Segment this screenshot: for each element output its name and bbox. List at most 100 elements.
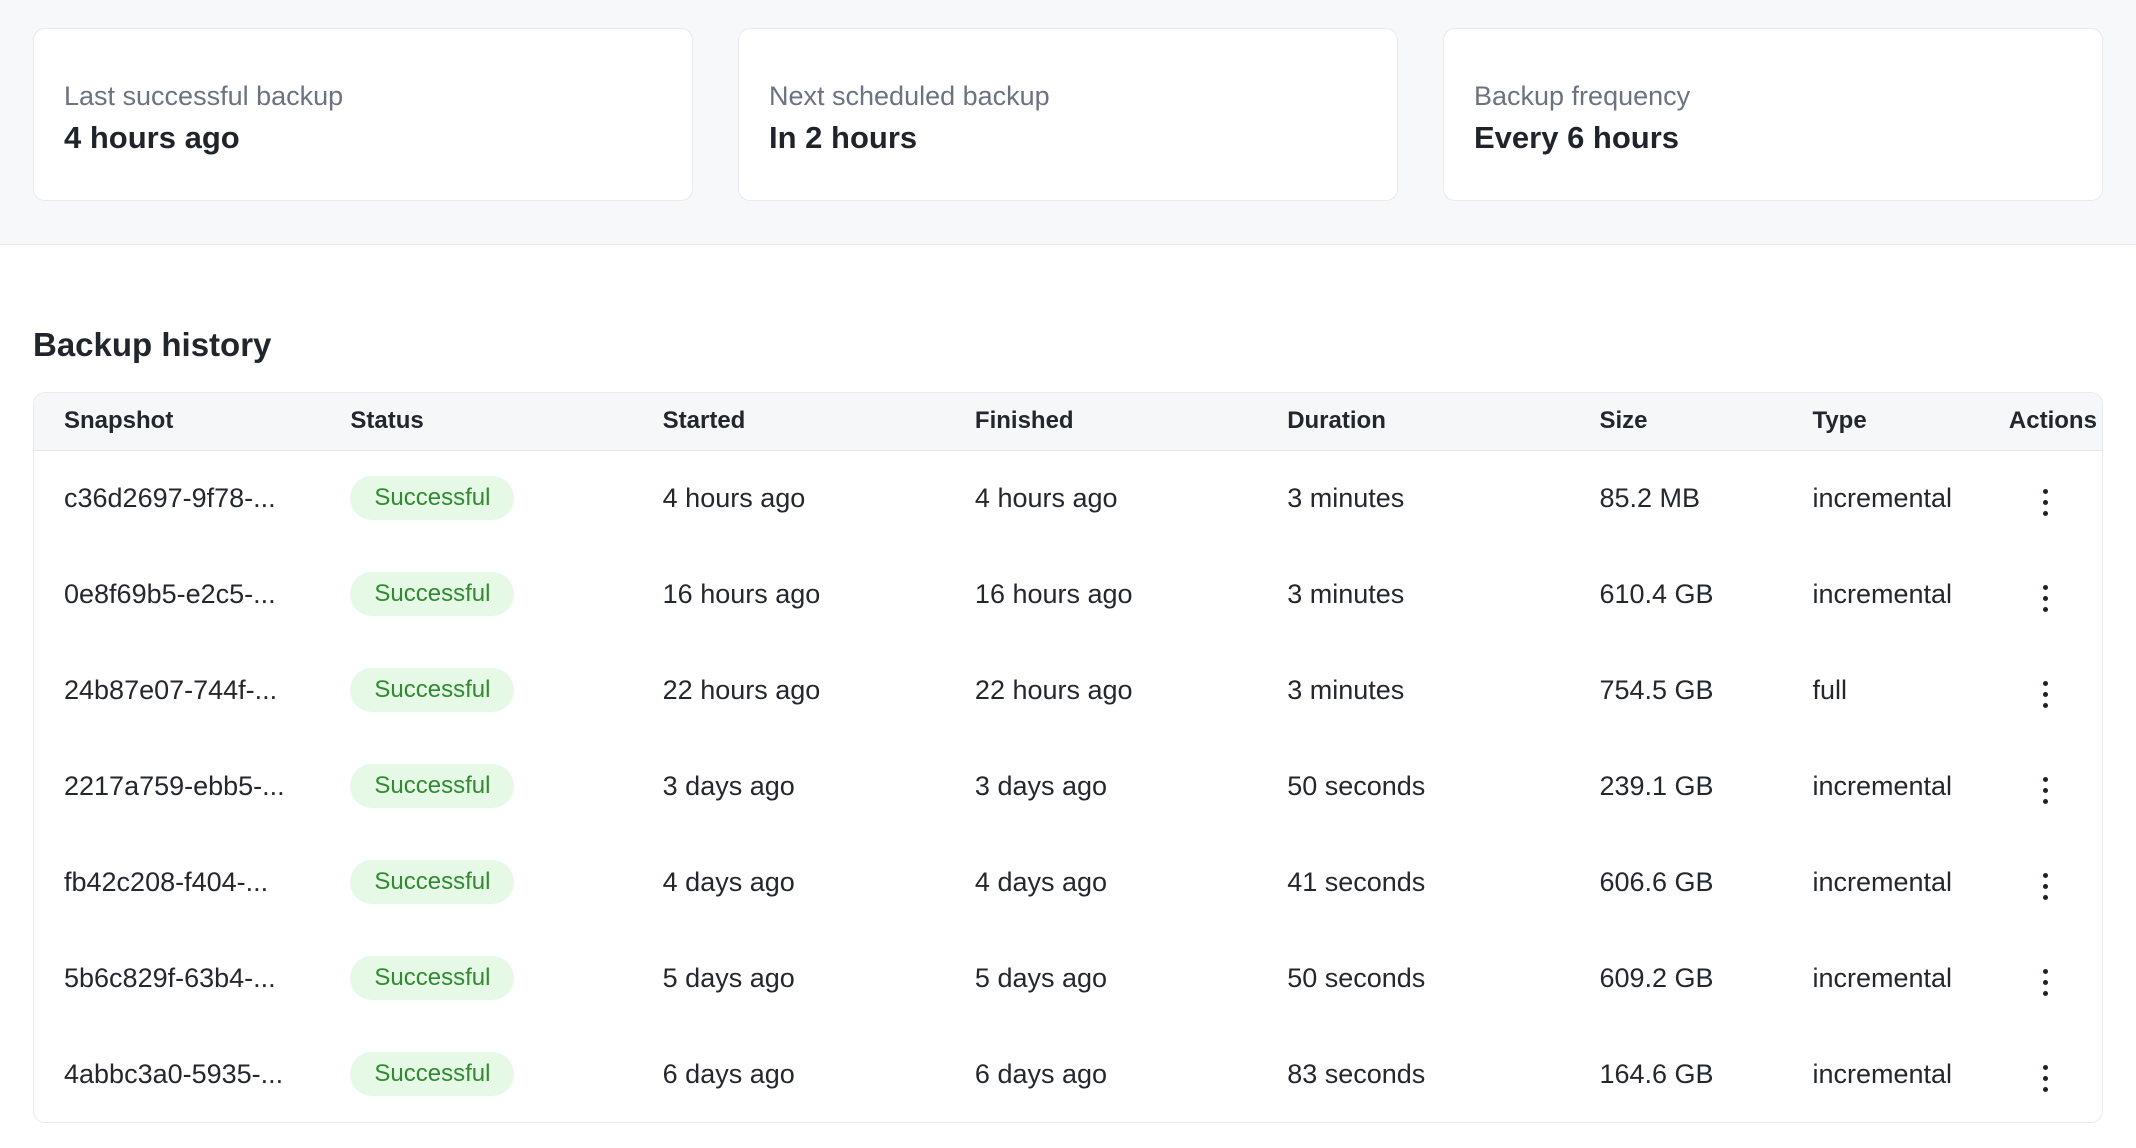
duration-cell: 3 minutes	[1287, 546, 1599, 642]
kebab-dot	[2043, 607, 2048, 612]
kebab-menu-icon[interactable]	[2031, 959, 2060, 1006]
status-cell: Successful	[350, 738, 662, 834]
col-header-started: Started	[663, 393, 975, 450]
snapshot-id-cell: 4abbc3a0-5935-...	[34, 1026, 350, 1122]
table-header-row: Snapshot Status Started Finished Duratio…	[34, 393, 2102, 450]
started-cell: 16 hours ago	[663, 546, 975, 642]
kebab-menu-icon[interactable]	[2031, 671, 2060, 718]
status-badge: Successful	[350, 476, 514, 520]
kebab-dot	[2043, 873, 2048, 878]
actions-cell	[2009, 546, 2102, 642]
kebab-dot	[2043, 799, 2048, 804]
summary-cards: Last successful backup 4 hours ago Next …	[33, 28, 2103, 201]
col-header-duration: Duration	[1287, 393, 1599, 450]
finished-cell: 22 hours ago	[975, 642, 1287, 738]
card-label: Backup frequency	[1474, 79, 2072, 113]
col-header-finished: Finished	[975, 393, 1287, 450]
duration-cell: 3 minutes	[1287, 450, 1599, 546]
snapshot-id-cell: 0e8f69b5-e2c5-...	[34, 546, 350, 642]
duration-cell: 41 seconds	[1287, 834, 1599, 930]
actions-cell	[2009, 642, 2102, 738]
table-header: Snapshot Status Started Finished Duratio…	[34, 393, 2102, 450]
actions-cell	[2009, 450, 2102, 546]
snapshot-id-cell: 2217a759-ebb5-...	[34, 738, 350, 834]
actions-cell	[2009, 1026, 2102, 1122]
card-label: Last successful backup	[64, 79, 662, 113]
finished-cell: 5 days ago	[975, 930, 1287, 1026]
status-badge: Successful	[350, 572, 514, 616]
col-header-type: Type	[1812, 393, 2008, 450]
table-row: 24b87e07-744f-... Successful 22 hours ag…	[34, 642, 2102, 738]
duration-cell: 50 seconds	[1287, 738, 1599, 834]
kebab-menu-icon[interactable]	[2031, 1055, 2060, 1102]
kebab-dot	[2043, 585, 2048, 590]
card-label: Next scheduled backup	[769, 79, 1367, 113]
kebab-dot	[2043, 500, 2048, 505]
kebab-menu-icon[interactable]	[2031, 767, 2060, 814]
size-cell: 164.6 GB	[1599, 1026, 1812, 1122]
backups-page: { "summary_cards": [ { "label": "Last su…	[0, 0, 2136, 1148]
kebab-dot	[2043, 980, 2048, 985]
actions-cell	[2009, 738, 2102, 834]
finished-cell: 6 days ago	[975, 1026, 1287, 1122]
size-cell: 239.1 GB	[1599, 738, 1812, 834]
status-cell: Successful	[350, 642, 662, 738]
kebab-dot	[2043, 788, 2048, 793]
snapshot-id-cell: 24b87e07-744f-...	[34, 642, 350, 738]
page-title: Backup history	[33, 325, 2103, 365]
card-value: Every 6 hours	[1474, 118, 2072, 158]
type-cell: incremental	[1812, 834, 2008, 930]
status-cell: Successful	[350, 1026, 662, 1122]
started-cell: 22 hours ago	[663, 642, 975, 738]
kebab-dot	[2043, 884, 2048, 889]
type-cell: incremental	[1812, 450, 2008, 546]
col-header-status: Status	[350, 393, 662, 450]
kebab-dot	[2043, 969, 2048, 974]
status-badge: Successful	[350, 1052, 514, 1096]
snapshot-id-cell: c36d2697-9f78-...	[34, 450, 350, 546]
status-cell: Successful	[350, 834, 662, 930]
actions-cell	[2009, 834, 2102, 930]
started-cell: 4 hours ago	[663, 450, 975, 546]
size-cell: 610.4 GB	[1599, 546, 1812, 642]
finished-cell: 4 hours ago	[975, 450, 1287, 546]
col-header-snapshot: Snapshot	[34, 393, 350, 450]
kebab-dot	[2043, 1087, 2048, 1092]
backup-history-section: Backup history Snapshot Status Started F…	[0, 325, 2136, 1123]
col-header-size: Size	[1599, 393, 1812, 450]
kebab-dot	[2043, 1065, 2048, 1070]
status-cell: Successful	[350, 450, 662, 546]
snapshot-id-cell: 5b6c829f-63b4-...	[34, 930, 350, 1026]
finished-cell: 16 hours ago	[975, 546, 1287, 642]
kebab-dot	[2043, 777, 2048, 782]
size-cell: 606.6 GB	[1599, 834, 1812, 930]
card-value: 4 hours ago	[64, 118, 662, 158]
type-cell: incremental	[1812, 738, 2008, 834]
finished-cell: 4 days ago	[975, 834, 1287, 930]
type-cell: incremental	[1812, 930, 2008, 1026]
kebab-dot	[2043, 1076, 2048, 1081]
snapshot-id-cell: fb42c208-f404-...	[34, 834, 350, 930]
table-row: 4abbc3a0-5935-... Successful 6 days ago …	[34, 1026, 2102, 1122]
status-badge: Successful	[350, 860, 514, 904]
started-cell: 5 days ago	[663, 930, 975, 1026]
started-cell: 4 days ago	[663, 834, 975, 930]
size-cell: 754.5 GB	[1599, 642, 1812, 738]
kebab-menu-icon[interactable]	[2031, 863, 2060, 910]
kebab-dot	[2043, 895, 2048, 900]
size-cell: 85.2 MB	[1599, 450, 1812, 546]
status-badge: Successful	[350, 764, 514, 808]
started-cell: 6 days ago	[663, 1026, 975, 1122]
duration-cell: 83 seconds	[1287, 1026, 1599, 1122]
kebab-menu-icon[interactable]	[2031, 479, 2060, 526]
size-cell: 609.2 GB	[1599, 930, 1812, 1026]
type-cell: incremental	[1812, 546, 2008, 642]
type-cell: incremental	[1812, 1026, 2008, 1122]
table-row: 0e8f69b5-e2c5-... Successful 16 hours ag…	[34, 546, 2102, 642]
kebab-menu-icon[interactable]	[2031, 575, 2060, 622]
started-cell: 3 days ago	[663, 738, 975, 834]
type-cell: full	[1812, 642, 2008, 738]
status-badge: Successful	[350, 956, 514, 1000]
kebab-dot	[2043, 489, 2048, 494]
kebab-dot	[2043, 991, 2048, 996]
